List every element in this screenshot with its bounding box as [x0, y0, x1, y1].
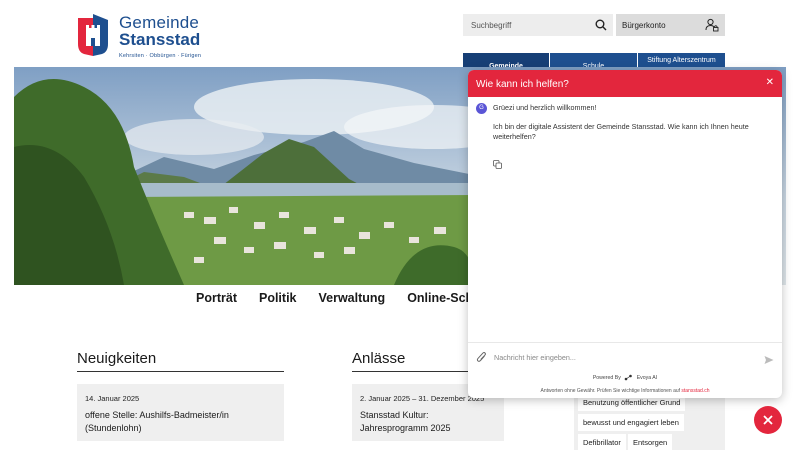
- events-divider: [352, 371, 468, 372]
- close-icon: [763, 415, 773, 425]
- citizen-account-button[interactable]: Bürgerkonto: [616, 14, 725, 36]
- mainnav-portrait[interactable]: Porträt: [196, 291, 237, 305]
- chat-title: Wie kann ich helfen?: [476, 79, 569, 90]
- copy-icon[interactable]: [493, 156, 502, 174]
- send-icon[interactable]: [764, 352, 774, 370]
- paperclip-icon[interactable]: [476, 351, 487, 369]
- powered-by: Powered By Evoya AI: [468, 374, 782, 381]
- evoya-logo-icon: [624, 374, 633, 381]
- mainnav-verwaltung[interactable]: Verwaltung: [319, 291, 386, 305]
- tag-defibrillator[interactable]: Defibrillator: [578, 434, 626, 450]
- chat-input[interactable]: Nachricht hier eingeben...: [476, 351, 774, 365]
- tag-entsorgen[interactable]: Entsorgen: [628, 434, 673, 450]
- chat-divider: [468, 342, 782, 343]
- news-divider: [77, 371, 284, 372]
- logo-line-2: Stansstad: [119, 30, 201, 49]
- account-label: Bürgerkonto: [622, 20, 666, 30]
- logo-line-3: Kehrsiten · Obbürgen · Fürigen: [119, 53, 202, 59]
- chat-widget: Wie kann ich helfen? ✕ G Grüezi und herz…: [468, 70, 782, 398]
- search-icon[interactable]: [595, 19, 607, 33]
- mainnav-politik[interactable]: Politik: [259, 291, 297, 305]
- tag-engaged-living[interactable]: bewusst und engagiert leben: [578, 414, 684, 431]
- events-heading: Anlässe: [352, 350, 406, 367]
- main-navigation: Porträt Politik Verwaltung Online-Schalt…: [196, 291, 500, 305]
- bot-greeting: Grüezi und herzlich willkommen!: [493, 103, 597, 112]
- bot-intro: Ich bin der digitale Assistent der Gemei…: [493, 121, 749, 142]
- site-logo[interactable]: Gemeinde Stansstad Kehrsiten · Obbürgen …: [76, 14, 201, 59]
- chat-disclaimer: Antworten ohne Gewähr. Prüfen Sie wichti…: [468, 388, 782, 394]
- news-title: offene Stelle: Aushilfs-Badmeister/in (S…: [85, 410, 229, 433]
- search-placeholder: Suchbegriff: [471, 20, 512, 30]
- chat-toggle-button[interactable]: [754, 406, 782, 434]
- topic-tags: Benutzung öffentlicher Grund bewusst und…: [574, 394, 725, 450]
- powered-by-brand[interactable]: Evoya AI: [637, 375, 657, 381]
- news-card[interactable]: 14. Januar 2025 offene Stelle: Aushilfs-…: [77, 384, 284, 441]
- event-title: Stansstad Kultur: Jahresprogramm 2025: [360, 410, 451, 433]
- bot-message: G Grüezi und herzlich willkommen! Ich bi…: [476, 103, 772, 151]
- disclaimer-text: Antworten ohne Gewähr. Prüfen Sie wichti…: [540, 388, 681, 394]
- search-input[interactable]: Suchbegriff: [463, 14, 613, 36]
- news-date: 14. Januar 2025: [85, 394, 140, 403]
- powered-by-label: Powered By: [592, 374, 621, 381]
- chat-header: Wie kann ich helfen? ✕: [468, 70, 782, 97]
- user-lock-icon: [705, 18, 719, 34]
- coat-of-arms-icon: [76, 14, 110, 56]
- close-icon[interactable]: ✕: [766, 77, 774, 88]
- logo-line-1: Gemeinde: [119, 13, 200, 32]
- chat-input-placeholder: Nachricht hier eingeben...: [494, 353, 576, 362]
- disclaimer-link[interactable]: stansstad.ch: [681, 388, 709, 394]
- bot-avatar: G: [476, 103, 487, 114]
- news-heading: Neuigkeiten: [77, 350, 157, 367]
